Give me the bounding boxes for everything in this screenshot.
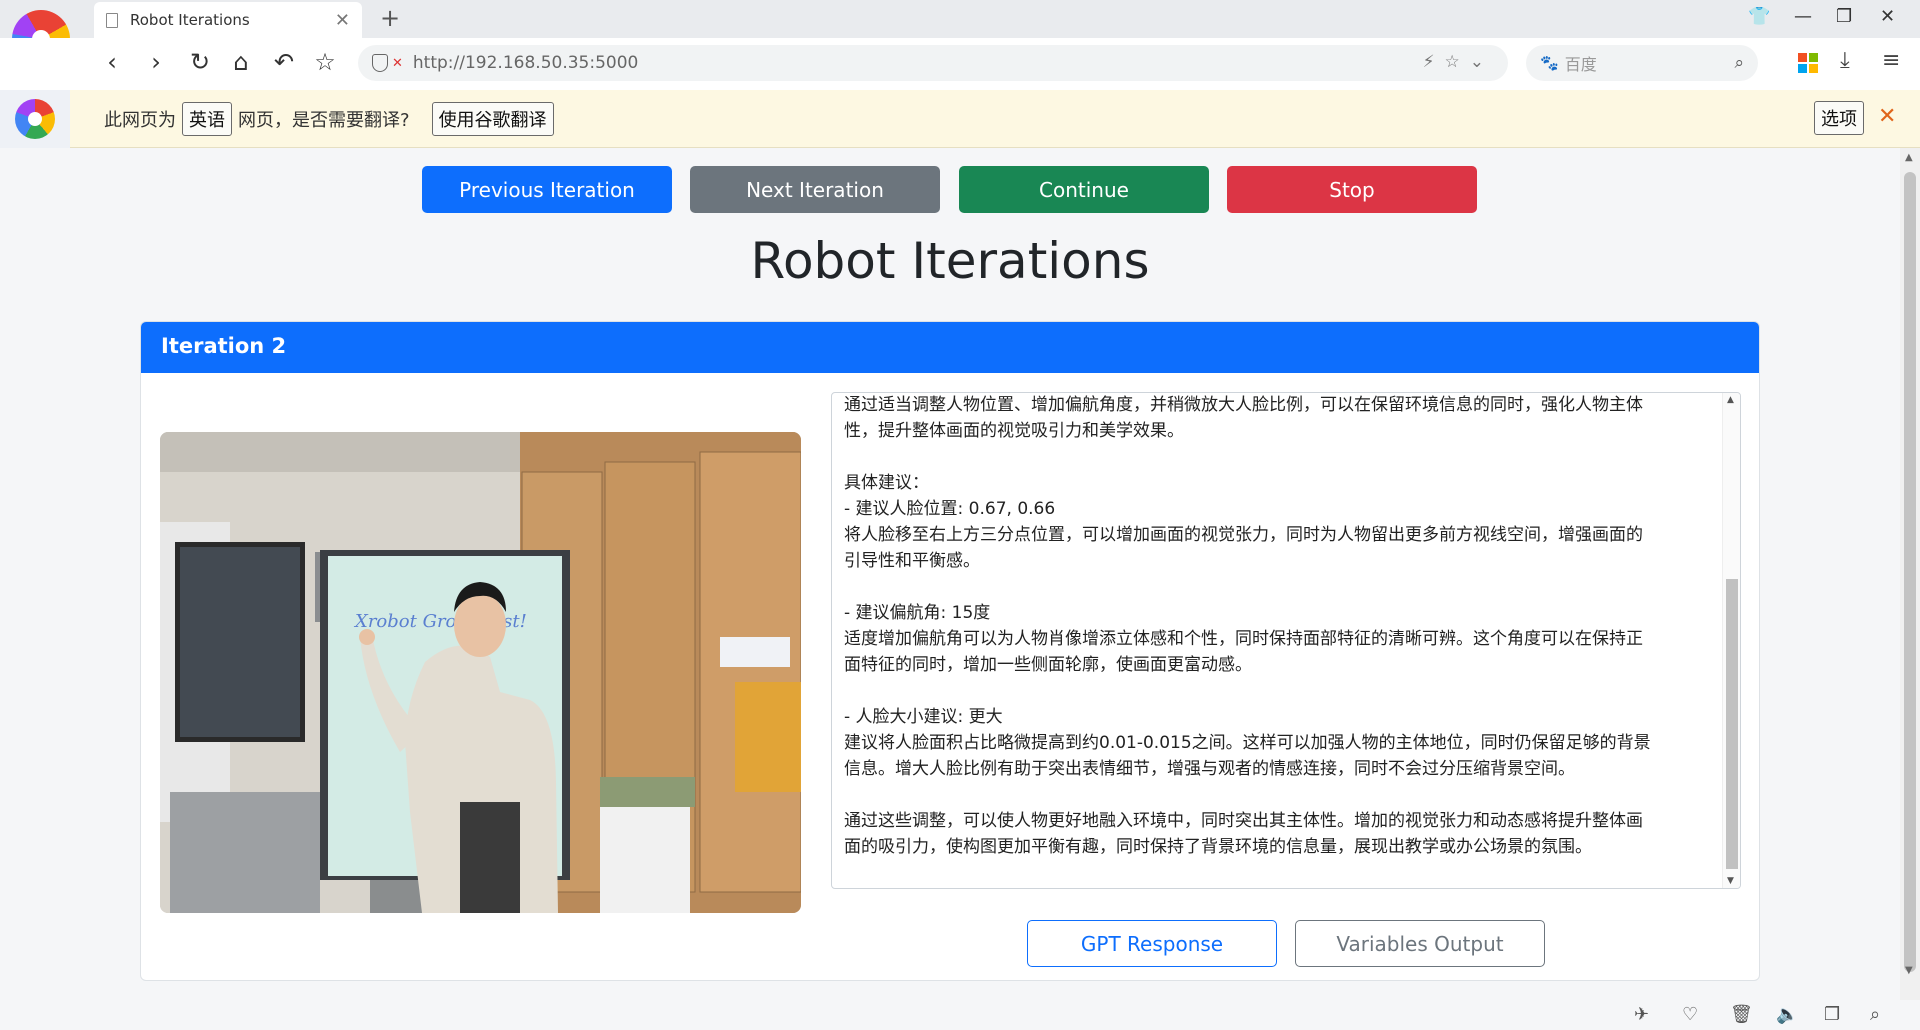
iteration-photo: Xrobot Group test! [160,432,801,913]
new-tab-button[interactable]: + [380,4,400,32]
translate-close-icon[interactable]: ✕ [1878,104,1896,129]
skin-icon[interactable]: 👕 [1748,6,1770,27]
iteration-header: Iteration 2 [141,322,1759,373]
search-box[interactable]: 🐾 百度 ⌕ [1526,45,1758,81]
insecure-icon: ✕ [392,55,403,71]
minimize-icon[interactable]: — [1794,6,1812,27]
stop-button[interactable]: Stop [1227,166,1477,213]
window-close-icon[interactable]: ✕ [1880,6,1895,27]
iteration-card: Iteration 2 Xrobot Group test! 通过适当调整人物位… [140,321,1760,981]
search-icon[interactable]: ⌕ [1734,53,1744,73]
browser-tab[interactable]: Robot Iterations ✕ [94,2,362,38]
shield-icon [372,54,388,72]
page-scroll-thumb[interactable] [1904,172,1916,972]
window-icon[interactable]: ❐ [1824,1004,1840,1025]
address-toolbar: ‹ › ↻ ⌂ ↶ ☆ ✕ http://192.168.50.35:5000 … [0,38,1920,90]
page-title: Robot Iterations [750,232,1150,290]
reload-icon[interactable]: ↻ [184,48,216,76]
gpt-response-textbox[interactable]: 通过适当调整人物位置、增加偏航角度，并稍微放大人脸比例，可以在保留环境信息的同时… [831,392,1741,889]
tab-close-icon[interactable]: ✕ [335,10,350,31]
url-text[interactable]: http://192.168.50.35:5000 [413,53,638,73]
back-icon[interactable]: ‹ [96,48,128,76]
google-translate-button[interactable]: 使用谷歌翻译 [431,101,554,136]
scroll-up-icon[interactable]: ▲ [1727,395,1734,405]
menu-icon[interactable]: ≡ [1882,48,1900,73]
restore-icon[interactable]: ❐ [1836,6,1852,27]
photo-scene: Xrobot Group test! [160,432,801,913]
translate-bar: 此网页为 英语 网页，是否需要翻译? 使用谷歌翻译 选项 ✕ [0,89,1920,148]
url-actions[interactable]: ⚡☆⌄ [1423,52,1494,72]
scroll-down-icon[interactable]: ▼ [1727,876,1734,886]
url-bar[interactable]: ✕ http://192.168.50.35:5000 ⚡☆⌄ [358,45,1508,81]
download-icon[interactable]: ⤓ [1840,48,1850,73]
undo-icon[interactable]: ↶ [268,48,300,76]
page-viewport: Previous Iteration Next Iteration Contin… [0,148,1900,991]
forward-icon[interactable]: › [140,48,172,76]
apps-icon[interactable] [1798,53,1818,73]
options-button[interactable]: 选项 [1814,101,1864,135]
search-placeholder[interactable]: 百度 [1565,51,1735,75]
response-text: 通过适当调整人物位置、增加偏航角度，并稍微放大人脸比例，可以在保留环境信息的同时… [844,395,1651,857]
star-icon[interactable]: ☆ [309,48,341,76]
baidu-icon: 🐾 [1540,54,1559,72]
page-scroll-down-icon[interactable]: ▼ [1905,965,1913,976]
tab-title: Robot Iterations [130,11,250,29]
browser-tab-bar: Robot Iterations ✕ + 👕 — ❐ ✕ [0,0,1920,38]
rocket-icon[interactable]: ✈ [1634,1004,1649,1025]
heart-icon[interactable]: ♡ [1682,1004,1698,1025]
textbox-scrollbar[interactable]: ▲ ▼ [1722,393,1740,888]
gpt-response-button[interactable]: GPT Response [1027,920,1277,967]
next-iteration-button[interactable]: Next Iteration [690,166,940,213]
browser-logo-icon [15,98,55,139]
variables-output-button[interactable]: Variables Output [1295,920,1545,967]
previous-iteration-button[interactable]: Previous Iteration [422,166,672,213]
home-icon[interactable]: ⌂ [225,48,257,76]
continue-button[interactable]: Continue [959,166,1209,213]
speaker-icon[interactable]: 🔈 [1776,1004,1798,1025]
translate-prefix: 此网页为 [104,109,176,131]
page-scrollbar[interactable]: ▲ ▼ [1900,148,1920,1000]
browser-status-bar: ✈ ♡ 🗑 🔈 ❐ ⌕ [0,1000,1920,1030]
zoom-icon[interactable]: ⌕ [1870,1004,1880,1025]
page-scroll-up-icon[interactable]: ▲ [1905,152,1913,163]
trash-icon[interactable]: 🗑 [1730,1004,1753,1025]
translate-question: 网页，是否需要翻译? [238,109,410,131]
textbox-scroll-thumb[interactable] [1726,579,1738,869]
document-icon [106,12,118,28]
language-button[interactable]: 英语 [182,101,232,136]
translate-logo-area [0,89,70,148]
